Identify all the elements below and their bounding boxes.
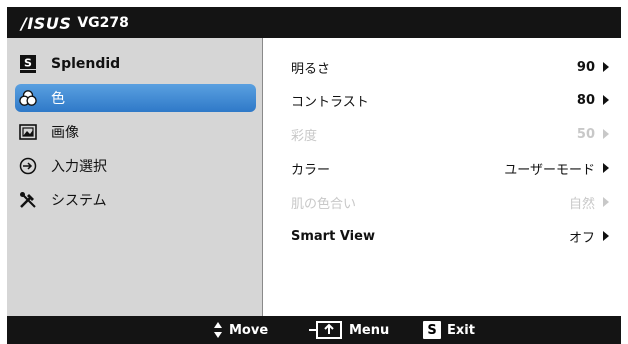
footer-move: Move — [213, 316, 268, 344]
setting-skin-tone: 肌の色合い 自然 — [291, 190, 611, 214]
setting-value: 50 — [576, 126, 595, 142]
sidebar-item-input[interactable]: 入力選択 — [15, 152, 256, 180]
sidebar-item-color[interactable]: 色 — [15, 84, 256, 112]
model-name: VG278 — [77, 15, 129, 31]
color-circles-icon — [19, 89, 37, 107]
right-arrow-icon — [603, 231, 609, 241]
setting-smart-view[interactable]: Smart View オフ — [291, 224, 611, 248]
image-icon — [19, 123, 37, 141]
setting-contrast[interactable]: コントラスト 80 — [291, 88, 611, 112]
osd-window: /ISUS VG278 S Splendid 色 画像 入力選択 システム 明る… — [7, 7, 621, 344]
setting-color-mode[interactable]: カラー ユーザーモード — [291, 156, 611, 180]
sidebar-item-system[interactable]: システム — [15, 186, 256, 214]
input-select-icon — [19, 157, 37, 175]
right-arrow-icon — [603, 197, 609, 207]
splendid-s-icon: S — [19, 55, 37, 73]
footer-move-label: Move — [229, 322, 269, 338]
setting-value: 90 — [576, 59, 595, 75]
setting-label: 肌の色合い — [291, 196, 357, 212]
menu-enter-icon — [307, 320, 343, 340]
sidebar-item-label: Splendid — [51, 56, 121, 72]
footer-menu-label: Menu — [349, 322, 390, 338]
asus-logo: /ISUS — [21, 13, 72, 33]
footer-menu: Menu — [307, 316, 389, 344]
right-arrow-icon — [603, 163, 609, 173]
footer-exit: S Exit — [423, 316, 475, 344]
setting-label: 彩度 — [291, 128, 318, 144]
setting-value: オフ — [568, 230, 595, 246]
sidebar-item-label: システム — [51, 193, 107, 209]
brand: /ISUS VG278 — [21, 13, 129, 33]
exit-s-icon: S — [423, 321, 441, 339]
footer-exit-label: Exit — [447, 322, 475, 338]
right-arrow-icon — [603, 62, 609, 72]
title-bar: /ISUS VG278 — [7, 7, 621, 38]
footer-bar: Move Menu S Exit — [7, 316, 621, 344]
settings-panel: 明るさ 90 コントラスト 80 彩度 50 カラー ユーザーモード 肌の色合い… — [263, 38, 621, 316]
setting-value: 80 — [576, 92, 595, 108]
setting-saturation: 彩度 50 — [291, 122, 611, 146]
sidebar-item-label: 色 — [51, 91, 65, 107]
system-tools-icon — [19, 191, 37, 209]
setting-label: コントラスト — [291, 94, 369, 110]
right-arrow-icon — [603, 129, 609, 139]
svg-text:S: S — [24, 57, 32, 70]
sidebar: S Splendid 色 画像 入力選択 システム — [7, 38, 263, 316]
setting-brightness[interactable]: 明るさ 90 — [291, 55, 611, 79]
exit-key-badge: S — [423, 321, 441, 339]
setting-value: ユーザーモード — [504, 162, 595, 178]
sidebar-item-label: 入力選択 — [51, 159, 107, 175]
sidebar-item-splendid[interactable]: S Splendid — [15, 50, 256, 78]
setting-label: カラー — [291, 162, 331, 178]
right-arrow-icon — [603, 95, 609, 105]
setting-label: Smart View — [291, 228, 375, 244]
setting-label: 明るさ — [291, 61, 331, 77]
up-down-arrows-icon — [213, 321, 223, 339]
setting-value: 自然 — [568, 196, 595, 212]
sidebar-item-image[interactable]: 画像 — [15, 118, 256, 146]
sidebar-item-label: 画像 — [51, 125, 79, 141]
